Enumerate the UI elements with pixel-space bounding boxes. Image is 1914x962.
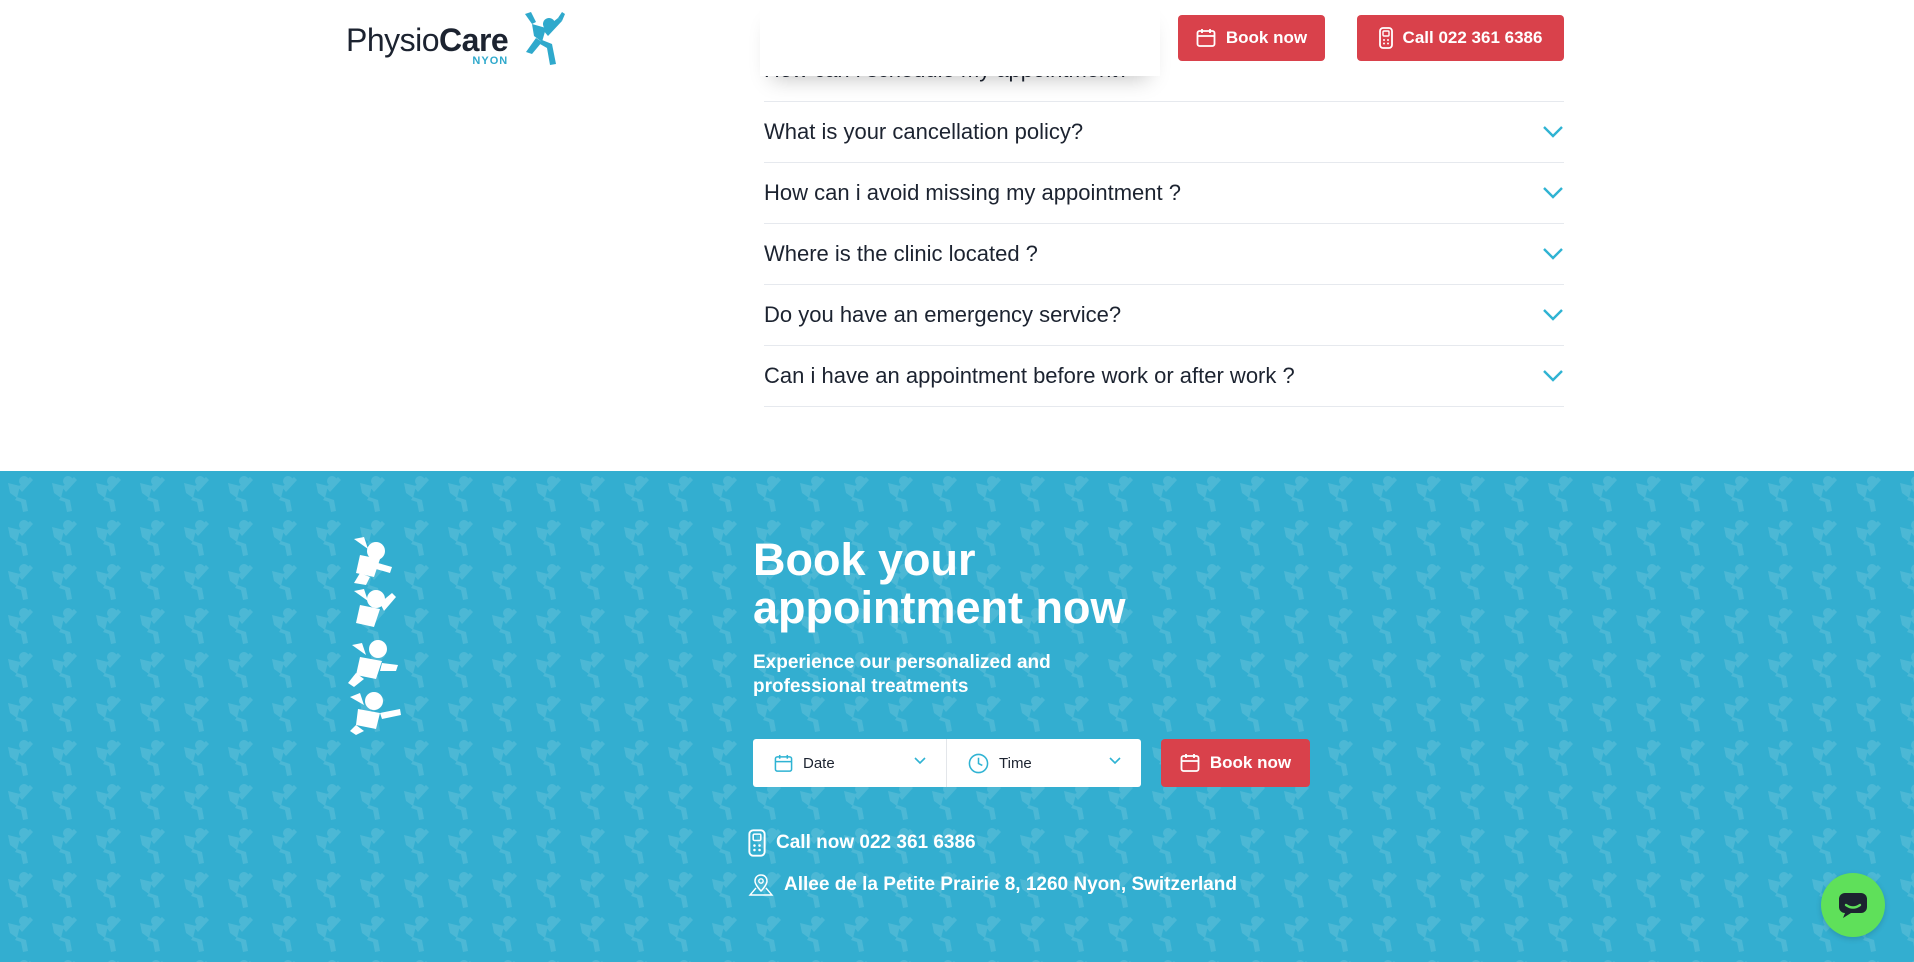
faq-question: How can i avoid missing my appointment ? bbox=[764, 180, 1181, 205]
chevron-down-icon bbox=[1543, 370, 1563, 382]
faq-question: What is your cancellation policy? bbox=[764, 119, 1084, 144]
date-time-picker: Date Time bbox=[753, 739, 1141, 787]
booking-title: Book your appointment now bbox=[753, 536, 1353, 632]
date-placeholder: Date bbox=[803, 754, 835, 772]
faq-item[interactable]: Can i have an appointment before work or… bbox=[764, 346, 1564, 407]
book-appointment-label: Book now bbox=[1209, 753, 1292, 772]
logo-location: NYON bbox=[472, 55, 509, 67]
booking-title-line2: appointment now bbox=[753, 582, 1126, 633]
figures-illustration-icon bbox=[348, 537, 401, 735]
chat-button[interactable] bbox=[1821, 873, 1885, 937]
call-label: Call 022 361 6386 bbox=[1402, 28, 1543, 47]
calendar-icon bbox=[1196, 29, 1216, 47]
address-link[interactable]: Allee de la Petite Prairie 8, 1260 Nyon,… bbox=[748, 873, 1237, 897]
faq-item[interactable]: Do you have an emergency service? bbox=[764, 285, 1564, 346]
date-select[interactable]: Date bbox=[753, 739, 947, 787]
booking-subtitle: Experience our personalized and professi… bbox=[753, 651, 1113, 699]
call-button[interactable]: Call 022 361 6386 bbox=[1357, 15, 1564, 61]
book-appointment-button[interactable]: Book now bbox=[1161, 739, 1310, 787]
booking-subtitle-line1: Experience our personalized and bbox=[753, 652, 1051, 673]
address-text: Allee de la Petite Prairie 8, 1260 Nyon,… bbox=[784, 874, 1238, 895]
faq-list: How can i schedule my appointment? What … bbox=[764, 40, 1564, 407]
chevron-down-icon bbox=[1543, 248, 1563, 260]
book-now-button[interactable]: Book now bbox=[1178, 15, 1325, 61]
book-now-label: Book now bbox=[1225, 28, 1308, 47]
faq-question: Do you have an emergency service? bbox=[764, 302, 1122, 327]
map-pin-icon bbox=[748, 874, 774, 896]
faq-question: Can i have an appointment before work or… bbox=[764, 363, 1295, 388]
chevron-down-icon bbox=[1543, 126, 1563, 138]
time-placeholder: Time bbox=[999, 754, 1032, 772]
booking-subtitle-line2: professional treatments bbox=[753, 676, 969, 697]
chat-bubble-icon bbox=[1839, 893, 1867, 918]
site-header: PhysioCare NYON Book now Call 022 361 63… bbox=[0, 0, 1914, 76]
phone-link[interactable]: Call now 022 361 6386 bbox=[748, 829, 976, 857]
logo-physio: Physio bbox=[346, 22, 440, 58]
header-shadow-overlay bbox=[760, 0, 1160, 76]
physiocare-logo[interactable]: PhysioCare NYON bbox=[346, 12, 566, 68]
calendar-icon bbox=[774, 754, 793, 772]
calendar-icon bbox=[1180, 754, 1200, 772]
booking-section: Book your appointment now Experience our… bbox=[0, 471, 1914, 962]
logo-care: Care bbox=[439, 22, 509, 58]
logo-figure-icon bbox=[525, 12, 566, 65]
phone-text: Call now 022 361 6386 bbox=[776, 832, 976, 853]
booking-title-line1: Book your bbox=[753, 534, 976, 585]
phone-icon bbox=[748, 829, 766, 857]
logo-wordmark: PhysioCare NYON bbox=[346, 22, 509, 67]
chevron-down-icon bbox=[1543, 187, 1563, 199]
phone-icon bbox=[1378, 27, 1393, 49]
chevron-down-icon bbox=[1543, 309, 1563, 321]
faq-item[interactable]: Where is the clinic located ? bbox=[764, 224, 1564, 285]
faq-item[interactable]: What is your cancellation policy? bbox=[764, 102, 1564, 163]
faq-item[interactable]: How can i avoid missing my appointment ? bbox=[764, 163, 1564, 224]
faq-question: Where is the clinic located ? bbox=[764, 241, 1038, 266]
clock-icon bbox=[968, 753, 989, 773]
time-select[interactable]: Time bbox=[947, 739, 1141, 787]
chevron-down-icon bbox=[914, 757, 926, 765]
chevron-down-icon bbox=[1109, 757, 1121, 765]
